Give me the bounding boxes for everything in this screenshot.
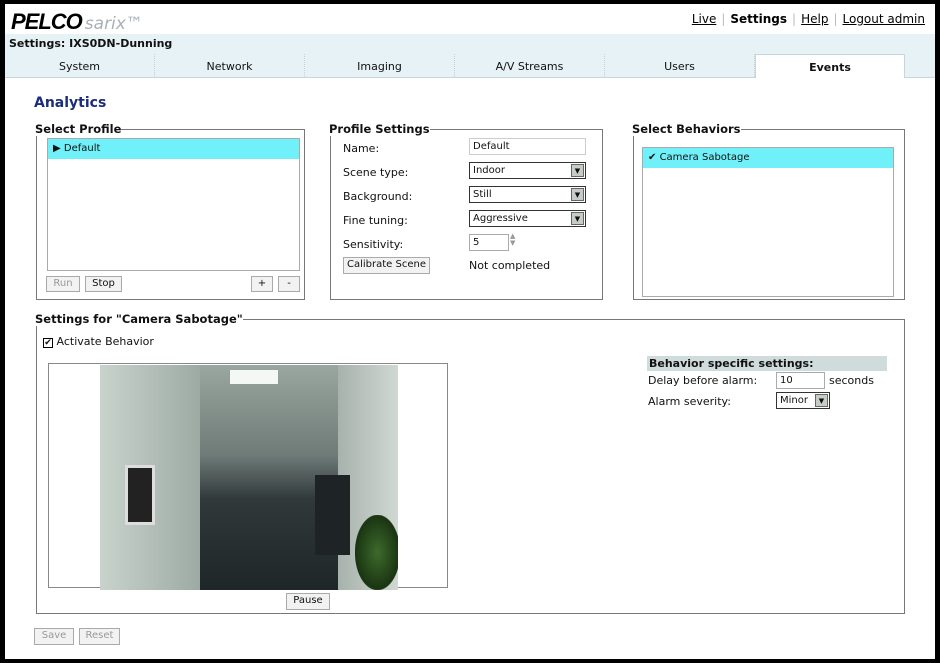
- fine-tuning-value: Aggressive: [473, 213, 528, 224]
- chevron-down-icon: ▼: [571, 164, 584, 177]
- remove-profile-button[interactable]: -: [278, 276, 300, 292]
- chevron-down-icon: ▼: [571, 188, 584, 201]
- behavior-settings-legend: Settings for "Camera Sabotage": [35, 312, 243, 326]
- calibrate-status: Not completed: [469, 259, 551, 272]
- sensitivity-stepper-icon[interactable]: ▲ ▼: [510, 233, 515, 247]
- run-button[interactable]: Run: [46, 276, 80, 292]
- tab-events[interactable]: Events: [755, 54, 905, 78]
- activate-label: Activate Behavior: [56, 335, 154, 348]
- tab-network[interactable]: Network: [155, 54, 305, 77]
- device-title: Settings: IXS0DN-Dunning: [5, 34, 935, 54]
- sensitivity-label: Sensitivity:: [343, 238, 404, 251]
- stop-button[interactable]: Stop: [85, 276, 122, 292]
- link-help[interactable]: Help: [801, 12, 828, 26]
- camera-preview: [100, 365, 398, 590]
- behavior-item-label: Camera Sabotage: [659, 152, 750, 163]
- fine-tuning-select[interactable]: Aggressive ▼: [469, 210, 586, 227]
- name-input[interactable]: Default: [469, 138, 586, 155]
- profile-list[interactable]: ▶ Default: [47, 138, 300, 271]
- add-profile-button[interactable]: +: [251, 276, 273, 292]
- calibrate-scene-button[interactable]: Calibrate Scene: [343, 257, 430, 274]
- pause-button[interactable]: Pause: [286, 593, 330, 610]
- page-title: Analytics: [34, 95, 107, 111]
- behaviors-list[interactable]: ✔ Camera Sabotage: [642, 147, 894, 297]
- severity-select[interactable]: Minor ▼: [776, 392, 830, 409]
- tab-bar: System Network Imaging A/V Streams Users…: [5, 54, 935, 78]
- severity-value: Minor: [780, 395, 808, 406]
- delay-unit: seconds: [829, 374, 874, 387]
- reset-button[interactable]: Reset: [79, 628, 120, 645]
- activate-behavior[interactable]: ✔ Activate Behavior: [43, 335, 154, 348]
- pelco-logo: PELCO sarix™: [11, 9, 143, 35]
- scene-type-value: Indoor: [473, 165, 505, 176]
- link-settings[interactable]: Settings: [730, 12, 787, 26]
- scene-type-select[interactable]: Indoor ▼: [469, 162, 586, 179]
- product-name: sarix™: [84, 14, 143, 34]
- select-behaviors-legend: Select Behaviors: [632, 122, 741, 136]
- name-label: Name:: [343, 142, 380, 155]
- profile-item[interactable]: ▶ Default: [48, 139, 299, 159]
- tab-users[interactable]: Users: [605, 54, 755, 77]
- severity-label: Alarm severity:: [648, 395, 731, 408]
- tab-system[interactable]: System: [5, 54, 155, 77]
- background-select[interactable]: Still ▼: [469, 186, 586, 203]
- page: PELCO sarix™ Live | Settings | Help | Logout ad…: [5, 4, 935, 659]
- play-icon: ▶: [53, 143, 64, 154]
- chevron-down-icon: ▼: [815, 394, 828, 407]
- tab-imaging[interactable]: Imaging: [305, 54, 455, 77]
- behavior-item[interactable]: ✔ Camera Sabotage: [643, 148, 893, 168]
- background-label: Background:: [343, 190, 413, 203]
- check-icon: ✔: [648, 152, 660, 163]
- top-nav: Live | Settings | Help | Logout admin: [691, 12, 926, 26]
- delay-label: Delay before alarm:: [648, 374, 758, 387]
- fine-tuning-label: Fine tuning:: [343, 214, 408, 227]
- behavior-specific-header: Behavior specific settings:: [647, 356, 887, 371]
- background-value: Still: [473, 189, 492, 200]
- link-logout[interactable]: Logout admin: [843, 12, 926, 26]
- save-button[interactable]: Save: [34, 628, 74, 645]
- delay-input[interactable]: 10: [776, 372, 825, 389]
- tab-av-streams[interactable]: A/V Streams: [455, 54, 605, 77]
- activate-checkbox[interactable]: ✔: [43, 338, 53, 348]
- profile-settings-legend: Profile Settings: [329, 122, 430, 136]
- profile-item-label: Default: [63, 143, 101, 154]
- link-live[interactable]: Live: [692, 12, 717, 26]
- scene-type-label: Scene type:: [343, 166, 409, 179]
- sensitivity-input[interactable]: 5: [469, 234, 509, 251]
- logo-text: PELCO: [11, 9, 83, 34]
- select-profile-legend: Select Profile: [35, 122, 122, 136]
- chevron-down-icon: ▼: [571, 212, 584, 225]
